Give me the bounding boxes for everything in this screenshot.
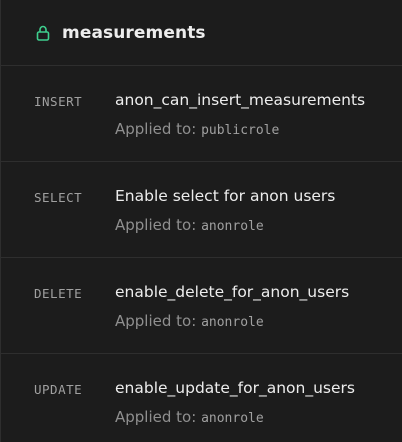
policy-applied-to: Applied to: anonrole (115, 311, 392, 333)
policy-roles: publicrole (201, 123, 280, 138)
policy-roles: anonrole (201, 411, 264, 426)
applied-label: Applied to: (115, 312, 197, 330)
policy-command: INSERT (34, 94, 83, 109)
policy-row[interactable]: INSERT anon_can_insert_measurements Appl… (1, 66, 402, 162)
lock-icon (36, 25, 50, 41)
table-name: measurements (62, 22, 206, 43)
policy-name: enable_delete_for_anon_users (115, 283, 350, 301)
policy-command: UPDATE (34, 382, 83, 397)
table-header: measurements (1, 0, 402, 66)
policy-row[interactable]: DELETE enable_delete_for_anon_users Appl… (1, 258, 402, 354)
applied-label: Applied to: (115, 120, 197, 138)
policy-applied-to: Applied to: anonrole (115, 407, 392, 429)
policy-name: anon_can_insert_measurements (115, 91, 366, 109)
policy-command: DELETE (34, 286, 83, 301)
applied-label: Applied to: (115, 408, 197, 426)
policy-name: Enable select for anon users (115, 187, 336, 205)
policy-row[interactable]: UPDATE enable_update_for_anon_users Appl… (1, 354, 402, 442)
policy-roles: anonrole (201, 315, 264, 330)
policy-applied-to: Applied to: publicrole (115, 119, 392, 141)
policy-name: enable_update_for_anon_users (115, 379, 355, 397)
policy-applied-to: Applied to: anonrole (115, 215, 392, 237)
policy-command: SELECT (34, 190, 83, 205)
applied-label: Applied to: (115, 216, 197, 234)
policy-row[interactable]: SELECT Enable select for anon users Appl… (1, 162, 402, 258)
policies-panel: measurements INSERT anon_can_insert_meas… (0, 0, 402, 442)
policy-roles: anonrole (201, 219, 264, 234)
